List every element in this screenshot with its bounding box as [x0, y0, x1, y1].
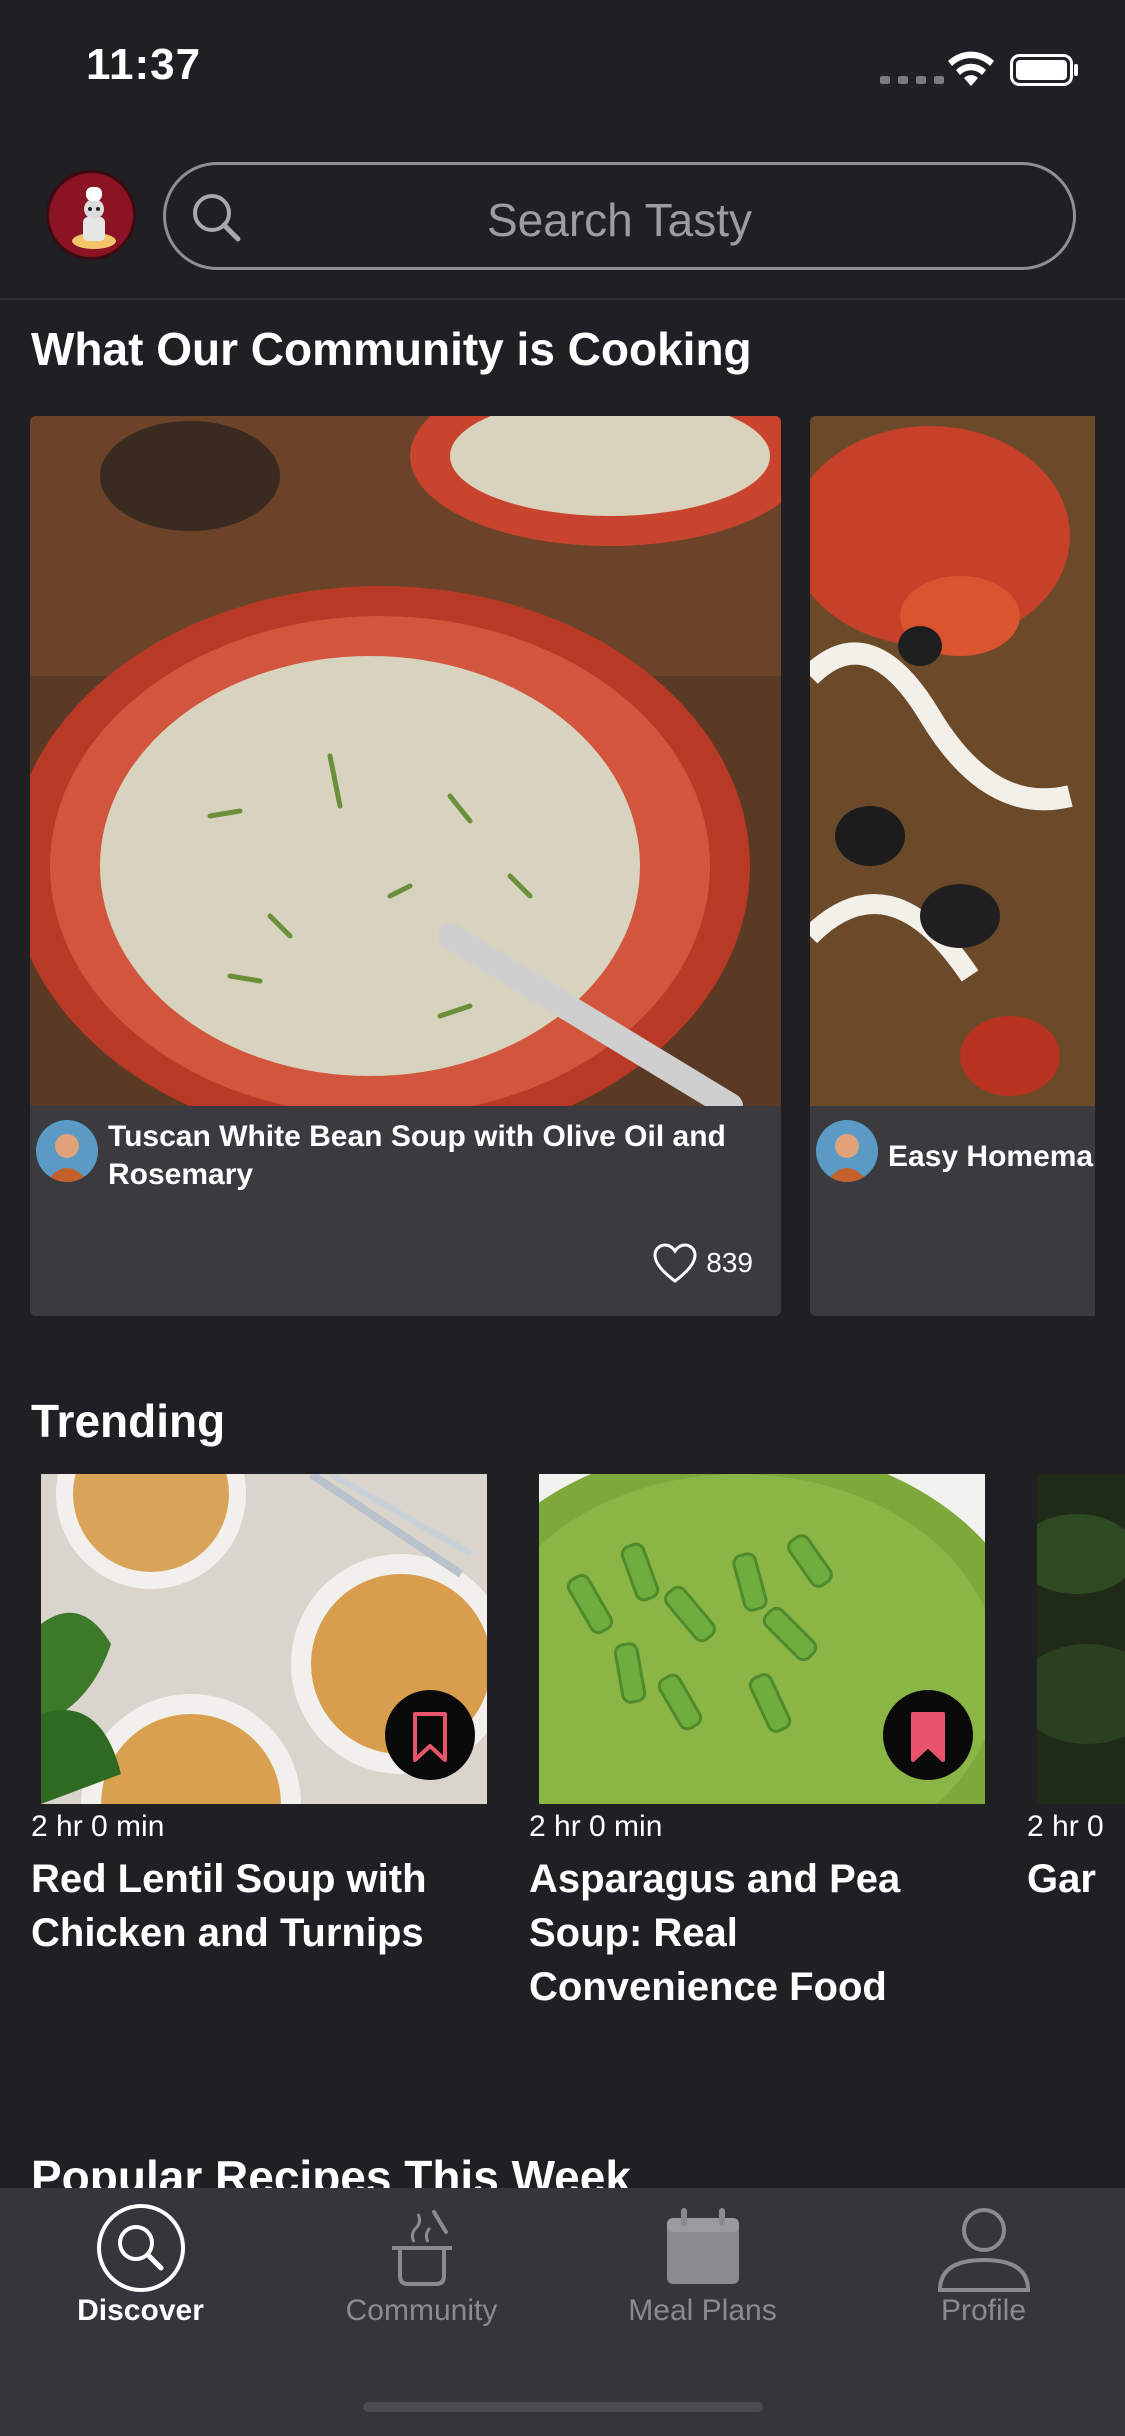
header: Search Tasty	[0, 150, 1125, 300]
status-bar: 11:37	[0, 0, 1125, 132]
pot-icon	[392, 2210, 452, 2286]
recipe-title[interactable]: Tuscan White Bean Soup with Olive Oil an…	[108, 1118, 748, 1194]
tab-label: Meal Plans	[628, 2294, 777, 2327]
recipe-image	[810, 416, 1095, 1106]
tab-label: Discover	[77, 2294, 204, 2327]
chef-logo-icon	[49, 173, 133, 257]
heart-icon[interactable]	[652, 1242, 698, 1284]
likes[interactable]: 839	[652, 1242, 753, 1284]
profile-avatar[interactable]	[46, 170, 136, 260]
trending-section-title: Trending	[31, 1395, 226, 1447]
community-carousel[interactable]: Tuscan White Bean Soup with Olive Oil an…	[0, 416, 1095, 1316]
search-bar[interactable]: Search Tasty	[163, 162, 1076, 270]
search-icon	[97, 2204, 185, 2292]
recipe-image	[41, 1474, 487, 1804]
recipe-title[interactable]: Asparagus and Pea Soup: Real Convenience…	[529, 1852, 969, 2014]
author-avatar[interactable]	[816, 1120, 878, 1182]
community-card[interactable]: Easy Homema	[810, 416, 1095, 1316]
recipe-title[interactable]: Red Lentil Soup with Chicken and Turnips	[31, 1852, 471, 1960]
bookmark-icon	[413, 1712, 447, 1762]
home-indicator	[363, 2402, 763, 2412]
tab-label: Profile	[940, 2294, 1027, 2327]
status-time: 11:37	[86, 40, 202, 89]
recipe-image	[30, 416, 781, 1106]
cook-time: 2 hr 0 min	[529, 1810, 663, 1843]
recipe-image	[539, 1474, 985, 1804]
wifi-icon	[948, 51, 994, 86]
community-card[interactable]: Tuscan White Bean Soup with Olive Oil an…	[30, 416, 781, 1316]
bookmark-filled-icon	[911, 1712, 945, 1762]
bookmark-button[interactable]	[385, 1690, 475, 1780]
likes-count: 839	[706, 1247, 753, 1278]
recipe-title[interactable]: Gar	[1027, 1852, 1125, 1906]
tab-profile[interactable]: Profile	[843, 2188, 1124, 2338]
person-icon	[938, 2208, 1030, 2292]
trending-carousel[interactable]: 2 hr 0 min Red Lentil Soup with Chicken …	[0, 1474, 1125, 2034]
cellular-signal-icon	[880, 76, 944, 84]
recipe-title[interactable]: Easy Homema	[888, 1138, 1095, 1176]
battery-icon	[1010, 54, 1078, 86]
tab-bar: Discover Community Meal Plans Profile	[0, 2188, 1125, 2436]
tab-community[interactable]: Community	[281, 2188, 562, 2338]
tab-discover[interactable]: Discover	[0, 2188, 281, 2338]
recipe-image	[1037, 1474, 1125, 1804]
bookmark-button[interactable]	[883, 1690, 973, 1780]
author-avatar[interactable]	[36, 1120, 98, 1182]
cook-time: 2 hr 0 min	[31, 1810, 165, 1843]
community-section-title: What Our Community is Cooking	[31, 323, 752, 375]
calendar-icon	[667, 2208, 739, 2284]
search-placeholder: Search Tasty	[486, 194, 753, 246]
cook-time: 2 hr 0	[1027, 1810, 1104, 1843]
tab-meal-plans[interactable]: Meal Plans	[562, 2188, 843, 2338]
tab-label: Community	[345, 2294, 498, 2327]
